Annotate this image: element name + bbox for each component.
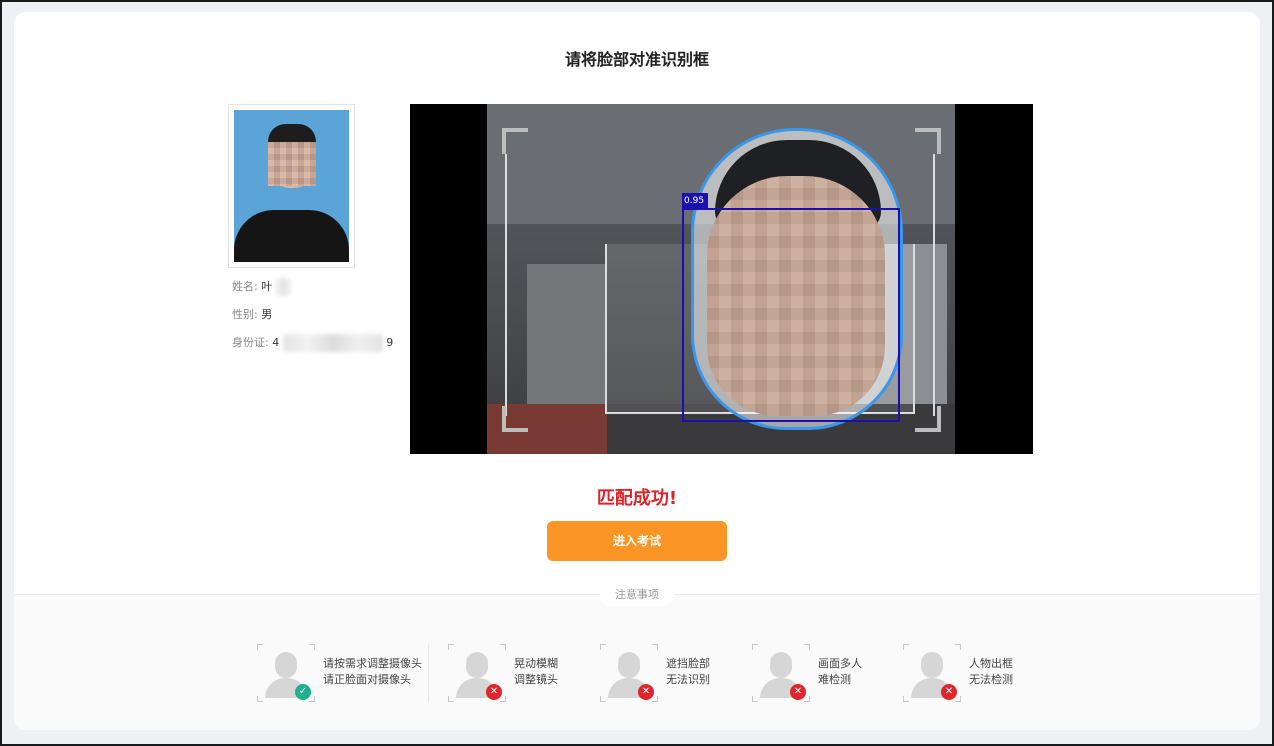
corner-top-right [915, 128, 941, 154]
name-value: 叶 [261, 280, 273, 293]
tip-line2: 难检测 [818, 673, 851, 686]
photo-pixelated-face [268, 142, 316, 186]
face-verify-card: 请将脸部对准识别框 姓名: 叶 性别: 男 身份证: 4 9 0.95 匹配成功… [14, 12, 1260, 730]
id-photo [234, 110, 349, 262]
tip-bracket [309, 644, 315, 650]
tip-text: 晃动模糊 调整镜头 [514, 656, 558, 688]
match-result-text: 匹配成功! [596, 488, 678, 509]
notes-title: 注意事项 [600, 584, 674, 606]
tip-bracket [903, 644, 909, 650]
tip-avatar: ✕ [903, 644, 961, 702]
feed-wall [527, 264, 607, 404]
tip-item: ✓ 请按需求调整摄像头 请正脸面对摄像头 [257, 644, 427, 704]
corner-bottom-right [915, 406, 941, 432]
tip-bracket [955, 696, 961, 702]
tip-bracket [600, 696, 606, 702]
name-label: 姓名: [232, 280, 258, 293]
corner-top-left [502, 128, 528, 154]
person-icon [618, 652, 640, 678]
face-detect-box [682, 208, 900, 422]
cross-icon: ✕ [486, 684, 502, 700]
tip-bracket [804, 696, 810, 702]
cross-icon: ✕ [941, 684, 957, 700]
tip-text: 遮挡脸部 无法识别 [666, 656, 710, 688]
tip-line2: 调整镜头 [514, 673, 558, 686]
tip-bracket [600, 644, 606, 650]
tip-avatar: ✓ [257, 644, 315, 702]
page-title: 请将脸部对准识别框 [564, 50, 709, 69]
tip-separator [428, 644, 429, 702]
id-photo-frame [228, 104, 355, 268]
tip-bracket [752, 644, 758, 650]
face-detect-tag: 0.95 [682, 193, 708, 209]
tip-text: 人物出框 无法检测 [969, 656, 1013, 688]
id-label: 身份证: [232, 336, 269, 349]
camera-feed: 0.95 [487, 104, 955, 454]
tip-bracket [804, 644, 810, 650]
guide-right-line [933, 154, 935, 416]
cross-icon: ✕ [638, 684, 654, 700]
tip-bracket [752, 696, 758, 702]
tip-bracket [500, 696, 506, 702]
tip-bracket [652, 644, 658, 650]
gender-value: 男 [261, 308, 273, 321]
tip-line1: 晃动模糊 [514, 657, 558, 670]
tip-line1: 请按需求调整摄像头 [323, 657, 422, 670]
tip-bracket [652, 696, 658, 702]
tip-line2: 无法识别 [666, 673, 710, 686]
tip-line2: 请正脸面对摄像头 [323, 673, 411, 686]
tip-bracket [903, 696, 909, 702]
person-icon [921, 652, 943, 678]
cross-icon: ✕ [790, 684, 806, 700]
tip-avatar: ✕ [752, 644, 810, 702]
tip-item: ✕ 晃动模糊 调整镜头 [448, 644, 588, 704]
person-icon [275, 652, 297, 678]
tip-bracket [257, 644, 263, 650]
id-redaction [282, 334, 383, 352]
guide-left-line [505, 154, 507, 416]
id-row: 身份证: 4 9 [232, 334, 393, 352]
tip-item: ✕ 人物出框 无法检测 [903, 644, 1043, 704]
person-icon [466, 652, 488, 678]
id-prefix: 4 [272, 336, 280, 349]
name-row: 姓名: 叶 [232, 278, 290, 296]
id-suffix: 9 [386, 336, 394, 349]
tip-text: 画面多人 难检测 [818, 656, 862, 688]
corner-bottom-left [502, 406, 528, 432]
gender-row: 性别: 男 [232, 306, 272, 322]
tip-bracket [309, 696, 315, 702]
enter-exam-button[interactable]: 进入考试 [547, 521, 727, 561]
tip-avatar: ✕ [600, 644, 658, 702]
tip-bracket [257, 696, 263, 702]
tip-bracket [955, 644, 961, 650]
tip-bracket [448, 644, 454, 650]
name-redaction [275, 278, 290, 296]
tip-avatar: ✕ [448, 644, 506, 702]
camera-view: 0.95 [410, 104, 1033, 454]
tip-bracket [500, 644, 506, 650]
tip-line2: 无法检测 [969, 673, 1013, 686]
tip-line1: 人物出框 [969, 657, 1013, 670]
tip-line1: 画面多人 [818, 657, 862, 670]
tip-line1: 遮挡脸部 [666, 657, 710, 670]
tip-item: ✕ 画面多人 难检测 [752, 644, 892, 704]
tip-text: 请按需求调整摄像头 请正脸面对摄像头 [323, 656, 422, 688]
person-icon [770, 652, 792, 678]
tip-bracket [448, 696, 454, 702]
tip-item: ✕ 遮挡脸部 无法识别 [600, 644, 740, 704]
check-icon: ✓ [295, 684, 311, 700]
gender-label: 性别: [232, 308, 258, 321]
photo-shirt [234, 210, 349, 262]
